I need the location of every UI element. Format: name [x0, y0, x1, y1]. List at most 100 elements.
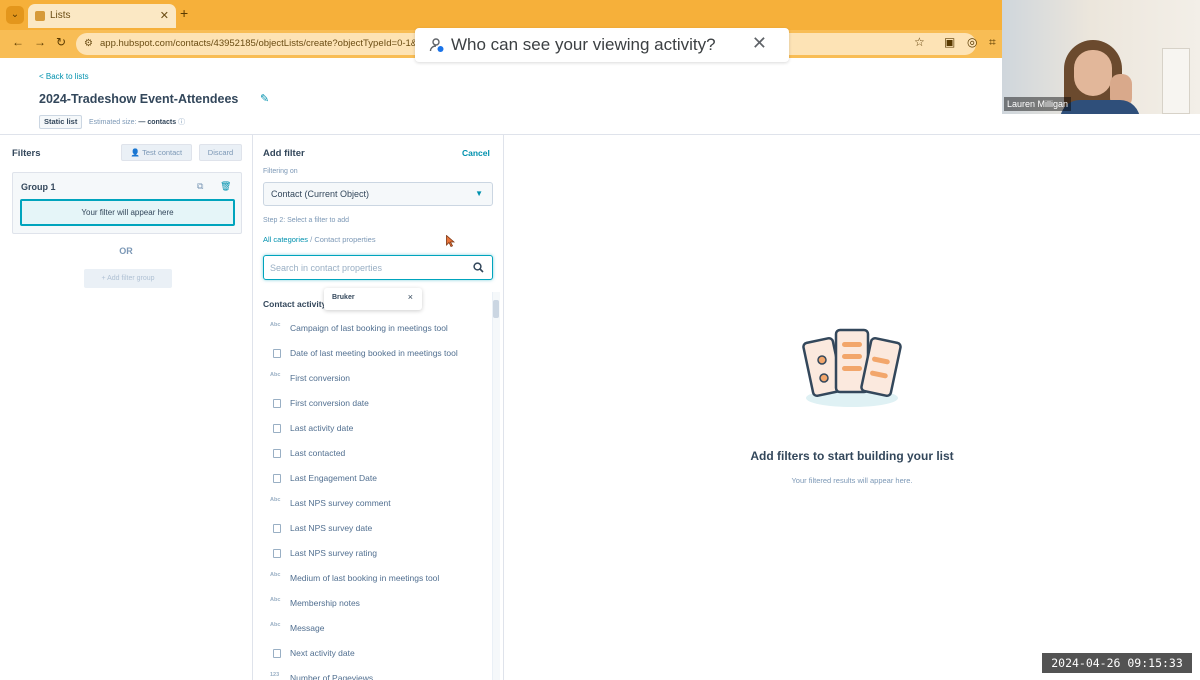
breadcrumb-current: Contact properties	[314, 235, 376, 244]
tab-title: Lists	[50, 10, 71, 21]
text-icon: Abc	[270, 372, 281, 378]
cancel-button[interactable]: Cancel	[462, 148, 490, 158]
estimated-size-value: — contacts	[138, 119, 177, 126]
scrollbar-thumb[interactable]	[493, 300, 499, 318]
property-item[interactable]: First conversion date	[263, 391, 491, 416]
calendar-icon	[273, 349, 281, 358]
property-item[interactable]: Abc Message	[263, 616, 491, 641]
step-2-label: Step 2: Select a filter to add	[263, 217, 349, 224]
property-item[interactable]: Abc Medium of last booking in meetings to…	[263, 566, 491, 591]
back-arrow-icon[interactable]: ←	[12, 35, 24, 49]
property-label: Last activity date	[290, 423, 354, 433]
search-input[interactable]	[270, 260, 466, 275]
edit-pencil-icon[interactable]: ✎	[260, 92, 269, 105]
viewing-activity-banner: Who can see your viewing activity? ✕	[415, 28, 789, 62]
property-list: Abc Campaign of last booking in meetings …	[263, 316, 491, 680]
webcam-name-label: Lauren Milligan	[1004, 97, 1072, 111]
object-select[interactable]: Contact (Current Object) ▼	[263, 182, 493, 206]
extension-icon-2[interactable]: ◎	[967, 35, 977, 49]
text-icon: Abc	[270, 597, 281, 603]
search-icon[interactable]	[473, 262, 484, 273]
discard-button[interactable]: Discard	[199, 144, 242, 161]
close-tab-icon[interactable]: ✕	[160, 4, 169, 28]
webcam-person-face	[1074, 50, 1112, 96]
group-label: Group 1	[21, 182, 56, 192]
site-info-icon[interactable]: ⚙	[84, 33, 93, 55]
column-divider	[252, 135, 253, 680]
property-item[interactable]: Last NPS survey rating	[263, 541, 491, 566]
property-label: Membership notes	[290, 598, 360, 608]
bookmark-star-icon[interactable]: ☆	[914, 35, 925, 49]
property-label: Message	[290, 623, 325, 633]
close-banner-icon[interactable]: ✕	[752, 33, 767, 54]
property-item[interactable]: Abc Membership notes	[263, 591, 491, 616]
test-contact-button[interactable]: 👤 Test contact	[121, 144, 192, 161]
property-item[interactable]: Last activity date	[263, 416, 491, 441]
text-icon: Abc	[270, 622, 281, 628]
property-item[interactable]: Last Engagement Date	[263, 466, 491, 491]
breadcrumb-separator: /	[310, 235, 313, 244]
tab-search-icon[interactable]: ⌄	[6, 6, 24, 24]
column-divider-2	[503, 135, 504, 680]
property-item[interactable]: Next activity date	[263, 641, 491, 666]
property-label: First conversion date	[290, 398, 369, 408]
filtering-on-label: Filtering on	[263, 168, 298, 175]
or-separator: OR	[119, 246, 133, 256]
clone-group-icon[interactable]: ⧉	[197, 181, 203, 192]
text-icon: Abc	[270, 497, 281, 503]
new-tab-button[interactable]: +	[180, 5, 188, 21]
list-icon	[273, 549, 281, 558]
reload-icon[interactable]: ↻	[56, 35, 66, 49]
add-filter-heading: Add filter	[263, 148, 305, 159]
filter-group: Group 1 ⧉ 🗑 Your filter will appear here	[12, 172, 242, 234]
property-item[interactable]: Last contacted	[263, 441, 491, 466]
browser-tab-bar: ⌄ Lists ✕ +	[0, 0, 1002, 30]
list-type-tag: Static list	[39, 115, 83, 129]
back-to-lists-link[interactable]: < Back to lists	[39, 72, 89, 81]
caret-down-icon: ▼	[475, 189, 483, 198]
webcam-door	[1162, 48, 1190, 114]
property-item[interactable]: Abc First conversion	[263, 366, 491, 391]
empty-state-heading: Add filters to start building your list	[750, 449, 954, 463]
property-label: Campaign of last booking in meetings too…	[290, 323, 448, 333]
property-label: Last NPS survey date	[290, 523, 373, 533]
property-label: First conversion	[290, 373, 350, 383]
property-item[interactable]: Abc Last NPS survey comment	[263, 491, 491, 516]
property-item[interactable]: 123 Number of Pageviews	[263, 666, 491, 680]
property-label: Last contacted	[290, 448, 346, 458]
property-item[interactable]: Date of last meeting booked in meetings …	[263, 341, 491, 366]
empty-state-subtext: Your filtered results will appear here.	[791, 476, 913, 485]
user-icon: 👤	[130, 148, 141, 157]
property-label: Number of Pageviews	[290, 673, 374, 680]
all-categories-link[interactable]: All categories	[263, 235, 308, 244]
browser-tab[interactable]: Lists ✕	[28, 4, 176, 28]
recording-timestamp: 2024-04-26 09:15:33	[1042, 653, 1192, 673]
property-item[interactable]: Last NPS survey date	[263, 516, 491, 541]
info-icon[interactable]: ⓘ	[178, 119, 185, 126]
property-label: Last Engagement Date	[290, 473, 377, 483]
forward-arrow-icon[interactable]: →	[34, 35, 46, 49]
tooltip-text: Bruker	[332, 294, 355, 301]
tooltip-popup: Bruker ×	[324, 288, 422, 310]
favicon-icon	[35, 11, 45, 21]
person-icon	[429, 38, 444, 52]
extension-icon-3[interactable]: ⌗	[989, 35, 996, 50]
property-search[interactable]	[263, 255, 493, 280]
property-label: Medium of last booking in meetings tool	[290, 573, 440, 583]
test-contact-label: Test contact	[142, 148, 183, 157]
add-filter-group-button[interactable]: + Add filter group	[84, 269, 172, 288]
delete-group-icon[interactable]: 🗑	[220, 181, 231, 192]
estimated-size: Estimated size: — contacts ⓘ	[89, 117, 185, 127]
filter-placeholder[interactable]: Your filter will appear here	[20, 199, 235, 226]
extension-icon[interactable]: ▣	[944, 35, 955, 49]
calendar-icon	[273, 649, 281, 658]
estimated-size-label: Estimated size:	[89, 119, 137, 126]
calendar-icon	[273, 449, 281, 458]
scrollbar-track[interactable]	[492, 292, 500, 680]
empty-list-illustration-icon	[802, 328, 902, 407]
calendar-icon	[273, 474, 281, 483]
property-label: Last NPS survey comment	[290, 498, 391, 508]
property-item[interactable]: Abc Campaign of last booking in meetings …	[263, 316, 491, 341]
close-tooltip-icon[interactable]: ×	[408, 292, 413, 302]
section-heading: Contact activity	[263, 299, 327, 309]
